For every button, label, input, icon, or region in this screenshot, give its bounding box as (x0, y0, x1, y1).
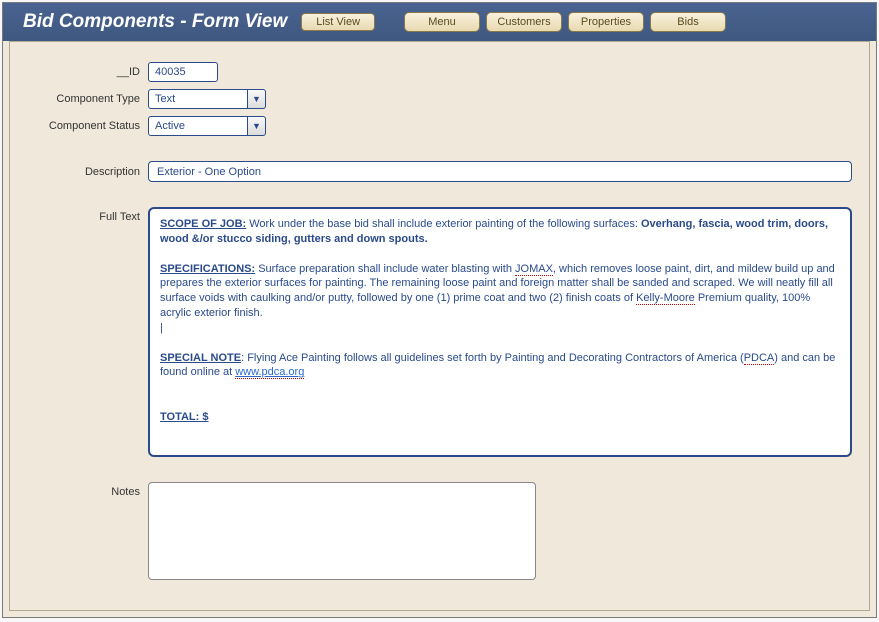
note-pdca: PDCA (744, 352, 775, 365)
total-label: TOTAL: $ (160, 411, 208, 423)
form-content: __ID Component Type Text ▼ Component Sta… (9, 41, 870, 611)
note-label: SPECIAL NOTE (160, 352, 241, 364)
scope-label: SCOPE OF JOB: (160, 218, 246, 230)
component-status-value[interactable]: Active (148, 116, 248, 136)
notes-label: Notes (20, 482, 148, 498)
page-title: Bid Components - Form View (23, 11, 287, 33)
notes-field[interactable] (148, 482, 536, 580)
chevron-down-icon[interactable]: ▼ (248, 89, 266, 109)
menu-button[interactable]: Menu (404, 12, 480, 32)
fulltext-field[interactable]: SCOPE OF JOB: Work under the base bid sh… (148, 207, 852, 457)
nav-button-group: Menu Customers Properties Bids (398, 12, 726, 32)
id-label: __ID (20, 66, 148, 78)
bids-button[interactable]: Bids (650, 12, 726, 32)
spec-text1: Surface preparation shall include water … (255, 263, 515, 275)
component-type-select[interactable]: Text ▼ (148, 89, 266, 109)
chevron-down-icon[interactable]: ▼ (248, 116, 266, 136)
text-cursor: | (160, 321, 840, 336)
pdca-link[interactable]: www.pdca.org (235, 366, 304, 379)
description-field[interactable] (148, 161, 852, 182)
fulltext-label: Full Text (20, 207, 148, 223)
note-text1: : Flying Ace Painting follows all guidel… (241, 352, 744, 364)
header-bar: Bid Components - Form View List View Men… (3, 3, 876, 41)
component-status-select[interactable]: Active ▼ (148, 116, 266, 136)
properties-button[interactable]: Properties (568, 12, 644, 32)
scope-text: Work under the base bid shall include ex… (246, 218, 641, 230)
id-field[interactable] (148, 62, 218, 82)
description-label: Description (20, 166, 148, 178)
spec-kelly: Kelly-Moore (636, 292, 695, 305)
list-view-button[interactable]: List View (301, 13, 375, 31)
component-status-label: Component Status (20, 120, 148, 132)
spec-label: SPECIFICATIONS: (160, 263, 255, 275)
app-window: Bid Components - Form View List View Men… (2, 2, 877, 618)
spec-jomax: JOMAX (515, 263, 553, 276)
customers-button[interactable]: Customers (486, 12, 562, 32)
component-type-value[interactable]: Text (148, 89, 248, 109)
component-type-label: Component Type (20, 93, 148, 105)
